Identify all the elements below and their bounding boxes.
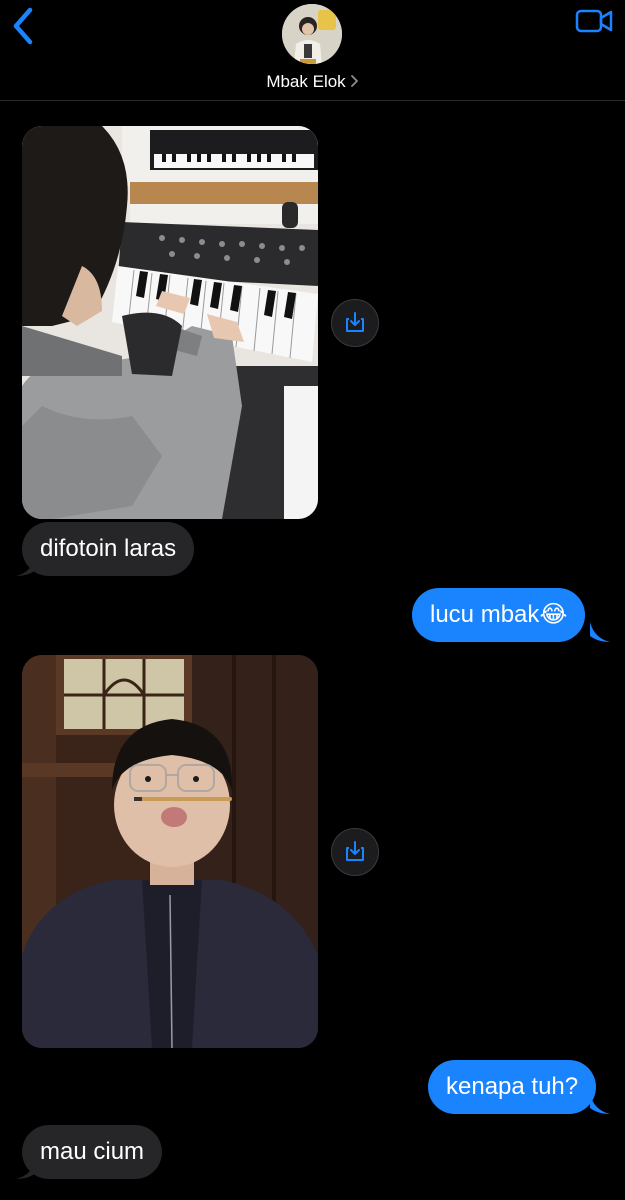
video-camera-icon: [575, 9, 613, 33]
download-icon: [346, 841, 364, 861]
photo-attachment[interactable]: [22, 126, 318, 519]
chevron-right-icon: [350, 73, 359, 93]
bubble-tail: [590, 1094, 610, 1114]
sent-message-bubble[interactable]: kenapa tuh?: [428, 1060, 597, 1114]
conversation-header: Mbak Elok: [0, 0, 625, 101]
received-message-bubble[interactable]: difotoin laras: [22, 522, 195, 576]
download-icon: [346, 312, 364, 332]
received-message-bubble[interactable]: mau cium: [22, 1125, 163, 1179]
message-text: difotoin laras: [40, 535, 177, 562]
chevron-left-icon: [13, 7, 33, 45]
contact-name-label: Mbak Elok: [266, 72, 346, 91]
bubble-tail: [16, 1159, 36, 1179]
message-text: mau cium: [40, 1138, 145, 1165]
message-text: kenapa tuh?: [446, 1073, 579, 1100]
contact-avatar[interactable]: [282, 4, 342, 64]
bubble-tail: [590, 622, 610, 642]
sent-message-bubble[interactable]: lucu mbak😂: [412, 588, 586, 642]
photo-attachment[interactable]: [22, 655, 318, 1048]
message-text: lucu mbak😂: [430, 601, 568, 628]
save-photo-button[interactable]: [331, 828, 379, 876]
contact-name-button[interactable]: Mbak Elok: [0, 72, 625, 93]
video-call-button[interactable]: [575, 6, 615, 36]
save-photo-button[interactable]: [331, 299, 379, 347]
bubble-tail: [16, 556, 36, 576]
back-button[interactable]: [8, 4, 38, 48]
